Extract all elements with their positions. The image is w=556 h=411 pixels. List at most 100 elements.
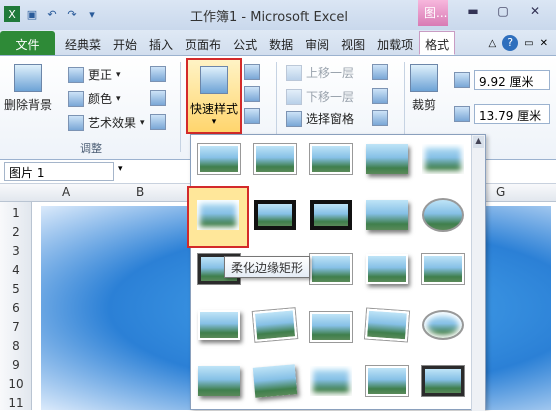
group-separator bbox=[180, 62, 181, 152]
style-thumbnail[interactable] bbox=[422, 366, 464, 396]
tab-bar-icons: △ ? ▭ ✕ bbox=[488, 35, 556, 55]
style-thumbnail[interactable] bbox=[310, 366, 352, 396]
chevron-down-icon: ▾ bbox=[140, 117, 145, 128]
compress-pictures-icon[interactable] bbox=[150, 66, 166, 82]
style-thumbnail[interactable] bbox=[366, 144, 408, 174]
name-box-dropdown-icon[interactable]: ▾ bbox=[118, 164, 123, 174]
selection-pane-icon bbox=[286, 110, 302, 127]
row-header[interactable]: 9 bbox=[0, 358, 32, 372]
style-thumbnail[interactable] bbox=[366, 366, 408, 396]
picture-layout-icon[interactable] bbox=[244, 108, 260, 124]
tab-addins[interactable]: 加载项 bbox=[371, 31, 419, 55]
row-header[interactable]: 3 bbox=[0, 244, 32, 258]
column-header[interactable]: G bbox=[496, 185, 505, 199]
customize-qat-icon[interactable]: ▾ bbox=[84, 6, 100, 22]
quick-access-toolbar: X ▣ ↶ ↷ ▾ bbox=[4, 6, 100, 22]
tab-data[interactable]: 数据 bbox=[263, 31, 299, 55]
maximize-button[interactable]: ▢ bbox=[492, 4, 514, 20]
style-thumbnail[interactable] bbox=[198, 144, 240, 174]
minimize-button[interactable]: ▬ bbox=[462, 4, 484, 20]
change-picture-icon[interactable] bbox=[150, 90, 166, 106]
row-header[interactable]: 4 bbox=[0, 263, 32, 277]
tab-home[interactable]: 开始 bbox=[107, 31, 143, 55]
window-close-icon[interactable]: ✕ bbox=[540, 38, 548, 49]
row-header[interactable]: 10 bbox=[0, 377, 32, 391]
remove-background-button[interactable]: 删除背景 bbox=[4, 64, 52, 113]
style-thumbnail[interactable] bbox=[365, 308, 409, 342]
row-header[interactable]: 11 bbox=[0, 396, 32, 410]
tab-format[interactable]: 格式 bbox=[419, 31, 456, 55]
picture-border-icon[interactable] bbox=[244, 64, 260, 80]
color-label: 颜色 bbox=[88, 92, 113, 106]
color-button[interactable]: 颜色 ▾ bbox=[68, 90, 121, 107]
style-thumbnail[interactable] bbox=[252, 308, 298, 342]
picture-effects-icon[interactable] bbox=[244, 86, 260, 102]
reset-picture-icon[interactable] bbox=[150, 114, 166, 130]
window-title: 工作簿1 - Microsoft Excel bbox=[190, 10, 348, 25]
close-button[interactable]: ✕ bbox=[524, 4, 546, 20]
name-box[interactable]: 图片 1 bbox=[4, 162, 114, 181]
style-thumbnail-soft-edge[interactable] bbox=[197, 200, 239, 230]
excel-logo-icon[interactable]: X bbox=[4, 6, 20, 22]
crop-icon bbox=[410, 64, 438, 92]
rotate-icon[interactable] bbox=[372, 110, 388, 126]
style-thumbnail[interactable] bbox=[310, 200, 352, 230]
style-thumbnail[interactable] bbox=[310, 144, 352, 174]
bring-forward-icon bbox=[286, 64, 302, 81]
tab-classic-menu[interactable]: 经典菜 bbox=[59, 31, 107, 55]
shape-height-input[interactable]: 9.92 厘米 bbox=[474, 70, 550, 90]
crop-button[interactable]: 裁剪 bbox=[410, 64, 438, 113]
style-thumbnail[interactable] bbox=[366, 200, 408, 230]
style-thumbnail[interactable] bbox=[422, 144, 464, 174]
send-backward-label: 下移一层 bbox=[306, 90, 355, 104]
sun-icon bbox=[68, 66, 84, 83]
style-thumbnail[interactable] bbox=[198, 366, 240, 396]
quick-styles-button[interactable]: 快速样式 ▾ bbox=[186, 58, 242, 134]
row-header[interactable]: 6 bbox=[0, 301, 32, 315]
shape-width-input[interactable]: 13.79 厘米 bbox=[474, 104, 550, 124]
undo-icon[interactable]: ↶ bbox=[44, 6, 60, 22]
artistic-effects-button[interactable]: 艺术效果 ▾ bbox=[68, 114, 145, 131]
send-backward-button[interactable]: 下移一层 bbox=[286, 88, 354, 105]
row-header[interactable]: 5 bbox=[0, 282, 32, 296]
redo-icon[interactable]: ↷ bbox=[64, 6, 80, 22]
style-thumbnail[interactable] bbox=[198, 310, 240, 340]
tab-formulas[interactable]: 公式 bbox=[227, 31, 263, 55]
bring-forward-button[interactable]: 上移一层 bbox=[286, 64, 354, 81]
group-icon[interactable] bbox=[372, 88, 388, 104]
save-icon[interactable]: ▣ bbox=[24, 6, 40, 22]
style-thumbnail[interactable] bbox=[422, 198, 464, 232]
tab-review[interactable]: 审阅 bbox=[299, 31, 335, 55]
minimize-ribbon-icon[interactable]: △ bbox=[488, 38, 496, 49]
row-header[interactable]: 7 bbox=[0, 320, 32, 334]
style-thumbnail[interactable] bbox=[422, 310, 464, 340]
style-thumbnail[interactable] bbox=[366, 254, 408, 284]
style-thumbnail[interactable] bbox=[422, 254, 464, 284]
selection-pane-button[interactable]: 选择窗格 bbox=[286, 110, 354, 127]
style-tooltip: 柔化边缘矩形 bbox=[224, 256, 311, 278]
scroll-up-icon[interactable]: ▲ bbox=[473, 136, 484, 148]
corrections-button[interactable]: 更正 ▾ bbox=[68, 66, 121, 83]
tab-insert[interactable]: 插入 bbox=[143, 31, 179, 55]
gallery-scrollbar[interactable]: ▲ bbox=[471, 135, 485, 411]
row-header[interactable]: 8 bbox=[0, 339, 32, 353]
style-thumbnail[interactable] bbox=[310, 312, 352, 342]
style-thumbnail[interactable] bbox=[310, 254, 352, 284]
picture-tools-context-tab[interactable]: 图... bbox=[418, 0, 448, 26]
help-icon[interactable]: ? bbox=[502, 35, 519, 51]
row-header[interactable]: 1 bbox=[0, 206, 32, 220]
column-header[interactable]: A bbox=[62, 185, 70, 199]
tab-view[interactable]: 视图 bbox=[335, 31, 371, 55]
tab-page-layout[interactable]: 页面布 bbox=[179, 31, 227, 55]
style-thumbnail[interactable] bbox=[254, 144, 296, 174]
style-thumbnail[interactable] bbox=[254, 200, 296, 230]
ribbon-tabs: 文件 经典菜 开始 插入 页面布 公式 数据 审阅 视图 加载项 格式 △ ? … bbox=[0, 30, 556, 56]
align-icon[interactable] bbox=[372, 64, 388, 80]
column-header[interactable]: B bbox=[136, 185, 144, 199]
shape-height-icon bbox=[454, 72, 470, 88]
style-thumbnail[interactable] bbox=[252, 364, 298, 398]
window-restore-icon[interactable]: ▭ bbox=[524, 38, 533, 49]
tab-file[interactable]: 文件 bbox=[0, 31, 55, 55]
row-header[interactable]: 2 bbox=[0, 225, 32, 239]
bring-forward-label: 上移一层 bbox=[306, 66, 355, 80]
